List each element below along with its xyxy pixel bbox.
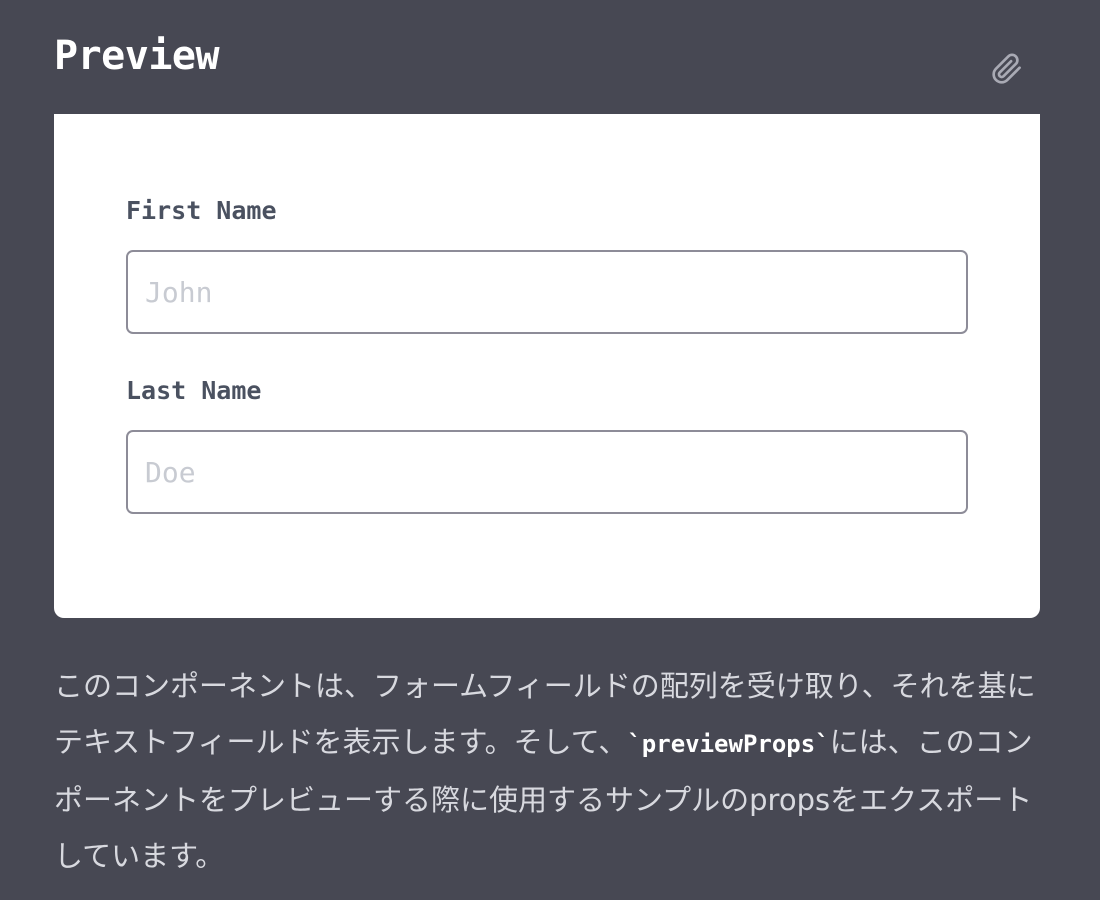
page-title: Preview: [54, 33, 220, 79]
preview-card: First Name Last Name: [54, 114, 1040, 618]
preview-header: Preview: [54, 28, 1040, 88]
last-name-input[interactable]: [126, 430, 968, 514]
first-name-input[interactable]: [126, 250, 968, 334]
preview-props-code: `previewProps`: [627, 730, 830, 758]
paperclip-icon: [992, 53, 1021, 84]
attach-button[interactable]: [990, 52, 1024, 86]
description-text: このコンポーネントは、フォームフィールドの配列を受け取り、それを基にテキストフィ…: [54, 658, 1044, 884]
last-name-label: Last Name: [126, 376, 262, 405]
first-name-label: First Name: [126, 196, 277, 225]
